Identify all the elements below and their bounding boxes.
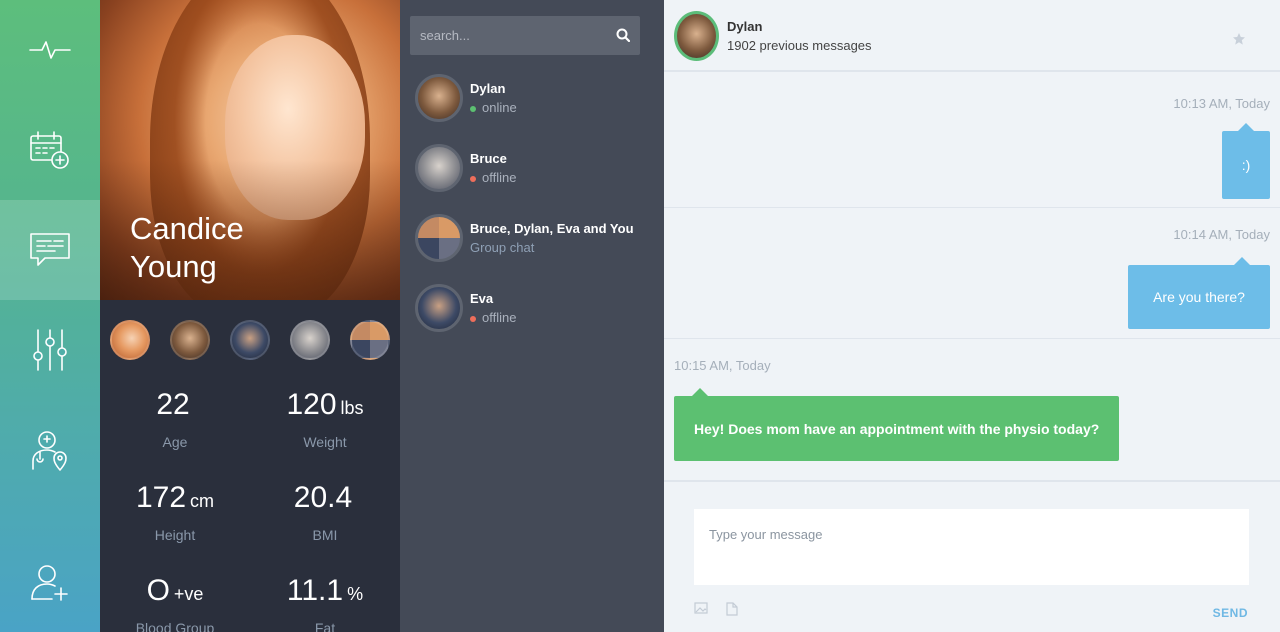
- stat-label: BMI: [312, 527, 338, 543]
- stat-value: O +ve: [146, 574, 204, 607]
- message-text: :): [1241, 157, 1251, 173]
- profile-photo: Candice Young: [100, 0, 400, 300]
- family-avatar[interactable]: [110, 320, 150, 360]
- sliders-icon: [33, 329, 67, 371]
- message-divider: [664, 207, 1280, 208]
- profile-last-name: Young: [130, 249, 217, 284]
- stat-label: Age: [162, 434, 188, 450]
- file-icon[interactable]: [726, 602, 738, 616]
- nav-item-messages[interactable]: [0, 200, 100, 300]
- star-icon[interactable]: [1232, 32, 1246, 46]
- nav-item-activity[interactable]: [0, 0, 100, 100]
- stat-age: 22 Age: [100, 385, 250, 452]
- message-bubble-incoming: Hey! Does mom have an appointment with t…: [674, 388, 1120, 461]
- message-text: Hey! Does mom have an appointment with t…: [694, 420, 1100, 437]
- contact-item-dylan[interactable]: Dylan online: [415, 74, 655, 126]
- contact-avatar: [415, 284, 463, 332]
- nav-item-appointments[interactable]: [0, 100, 100, 200]
- profile-first-name: Candice: [130, 211, 244, 246]
- chat-message-count[interactable]: 1902 previous messages: [727, 38, 872, 53]
- contact-item-group[interactable]: Bruce, Dylan, Eva and You Group chat: [415, 214, 655, 266]
- profile-panel: Candice Young 22 Age 120 lbs Weight 172 cm…: [100, 0, 400, 632]
- contact-status: offline: [470, 310, 516, 325]
- stat-weight: 120 lbs Weight: [250, 385, 400, 452]
- calendar-add-icon: [30, 131, 69, 169]
- bubble-tip: [692, 388, 708, 396]
- contact-name: Eva: [470, 291, 494, 306]
- search-box: [410, 16, 640, 55]
- family-avatar[interactable]: [350, 320, 390, 360]
- status-dot: [470, 105, 476, 112]
- message-timestamp: 10:15 AM, Today: [674, 358, 771, 373]
- status-dot: [470, 175, 476, 182]
- stat-value: 22: [156, 388, 190, 421]
- family-avatar-row: [110, 320, 400, 360]
- family-avatar[interactable]: [170, 320, 210, 360]
- chat-panel: Dylan 1902 previous messages 10:13 AM, T…: [664, 0, 1280, 632]
- message-composer: SEND: [664, 480, 1280, 632]
- nav-item-doctors[interactable]: [0, 400, 100, 500]
- stat-value: 120 lbs: [286, 388, 364, 421]
- chat-avatar[interactable]: [674, 11, 719, 61]
- family-avatar[interactable]: [290, 320, 330, 360]
- contact-name: Bruce: [470, 151, 507, 166]
- stat-value: 20.4: [293, 481, 353, 514]
- stat-height: 172 cm Height: [100, 478, 250, 545]
- chat-icon: [30, 233, 70, 266]
- contact-status: offline: [470, 170, 516, 185]
- add-user-icon: [31, 565, 68, 601]
- group-avatar: [415, 214, 463, 262]
- contacts-panel: Dylan online Bruce offline Bruce, Dylan,…: [400, 0, 664, 632]
- bubble-tip: [1238, 123, 1254, 131]
- contact-status: Group chat: [470, 240, 535, 255]
- message-timestamp: 10:14 AM, Today: [1173, 227, 1270, 242]
- stat-label: Fat: [314, 620, 336, 632]
- send-button[interactable]: SEND: [1213, 606, 1248, 620]
- contact-item-eva[interactable]: Eva offline: [415, 284, 655, 336]
- pulse-icon: [29, 41, 71, 59]
- doctor-location-icon: [32, 431, 67, 471]
- stat-label: Height: [154, 527, 196, 543]
- message-input[interactable]: [694, 509, 1249, 585]
- stat-bmi: 20.4 BMI: [250, 478, 400, 545]
- contact-name: Dylan: [470, 81, 506, 96]
- stat-label: Weight: [303, 434, 347, 450]
- chat-header: Dylan 1902 previous messages: [664, 0, 1280, 72]
- stat-fat: 11.1% Fat: [250, 571, 400, 632]
- contact-status: online: [470, 100, 517, 115]
- stat-label: Blood Group: [135, 620, 215, 632]
- contact-avatar: [415, 144, 463, 192]
- search-icon[interactable]: [616, 28, 630, 42]
- contact-avatar: [415, 74, 463, 122]
- family-avatar[interactable]: [230, 320, 270, 360]
- nav-rail: [0, 0, 100, 632]
- image-icon[interactable]: [694, 602, 708, 614]
- bubble-tip: [1234, 257, 1250, 265]
- message-timestamp: 10:13 AM, Today: [1173, 96, 1270, 111]
- contact-name: Bruce, Dylan, Eva and You: [470, 221, 634, 236]
- search-input[interactable]: [410, 16, 610, 55]
- nav-item-settings[interactable]: [0, 300, 100, 400]
- stat-value: 172 cm: [135, 481, 215, 514]
- contact-item-bruce[interactable]: Bruce offline: [415, 144, 655, 196]
- status-dot: [470, 315, 476, 322]
- stat-blood-group: O +ve Blood Group: [100, 571, 250, 632]
- message-divider: [664, 338, 1280, 339]
- message-bubble-outgoing: :): [1222, 123, 1270, 199]
- chat-contact-name: Dylan: [727, 19, 763, 34]
- stat-value: 11.1%: [286, 574, 364, 607]
- message-bubble-outgoing: Are you there?: [1128, 257, 1270, 329]
- nav-item-add-contact[interactable]: [0, 532, 100, 632]
- profile-name: Candice Young: [130, 210, 244, 286]
- message-text: Are you there?: [1153, 289, 1245, 305]
